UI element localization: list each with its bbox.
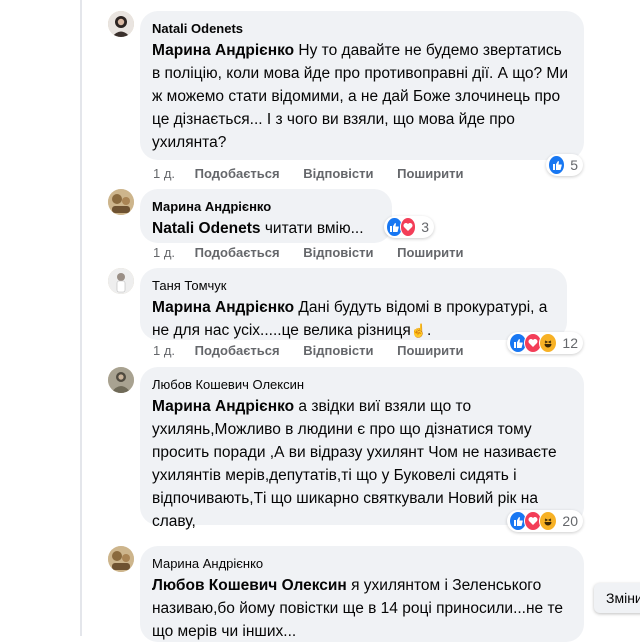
share-button[interactable]: Поширити — [397, 343, 463, 358]
haha-reaction-icon — [539, 333, 558, 353]
comment-author[interactable]: Любов Кошевич Олексин — [152, 376, 572, 393]
haha-reaction-icon — [539, 511, 558, 531]
mention-link[interactable]: Марина Андрієнко — [152, 398, 294, 415]
thread-line — [80, 0, 82, 636]
reply-button[interactable]: Відповісти — [303, 166, 373, 181]
reaction-summary[interactable]: 12 — [507, 332, 583, 354]
comment-text: Марина Андрієнко а звідки виї взяли що т… — [152, 395, 572, 533]
mention-link[interactable]: Любов Кошевич Олексин — [152, 577, 347, 594]
mention-link[interactable]: Марина Андрієнко — [152, 299, 294, 316]
reaction-summary[interactable]: 3 — [384, 216, 434, 238]
reaction-count: 5 — [570, 157, 578, 173]
comment-body-end: . — [426, 322, 432, 339]
like-button[interactable]: Подобається — [195, 245, 280, 260]
reaction-count: 12 — [562, 335, 578, 351]
love-reaction-icon — [399, 217, 417, 237]
comment-actions: 1 д. Подобається Відповісти Поширити — [153, 343, 484, 358]
comment-body: читати вмію... — [260, 220, 364, 237]
comment-actions: 1 д. Подобається Відповісти Поширити — [153, 166, 484, 181]
comment-age[interactable]: 1 д. — [153, 166, 175, 181]
comment-bubble: Таня Томчук Марина Андрієнко Дані будуть… — [140, 268, 567, 340]
comment-bubble: Марина Андрієнко Любов Кошевич Олексин я… — [140, 546, 584, 642]
reaction-count: 20 — [562, 513, 578, 529]
reaction-summary[interactable]: 5 — [546, 154, 583, 176]
comment-bubble: Любов Кошевич Олексин Марина Андрієнко а… — [140, 367, 584, 530]
share-button[interactable]: Поширити — [397, 166, 463, 181]
comment-text: Любов Кошевич Олексин я ухилянтом і Зеле… — [152, 574, 572, 643]
reaction-summary[interactable]: 20 — [507, 510, 583, 532]
comment-age[interactable]: 1 д. — [153, 343, 175, 358]
mention-link[interactable]: Марина Андрієнко — [152, 42, 294, 59]
comment-author[interactable]: Марина Андрієнко — [152, 198, 380, 215]
comment-age[interactable]: 1 д. — [153, 245, 175, 260]
comment-author[interactable]: Natali Odenets — [152, 20, 572, 37]
comment-text: Марина Андрієнко Ну то давайте не будемо… — [152, 39, 572, 154]
avatar[interactable] — [108, 189, 134, 215]
avatar[interactable] — [108, 11, 134, 37]
like-reaction-icon — [548, 155, 566, 175]
comment-text: Natali Odenets читати вмію... — [152, 217, 380, 240]
avatar[interactable] — [108, 546, 134, 572]
avatar[interactable] — [108, 367, 134, 393]
comment-bubble: Natali Odenets Марина Андрієнко Ну то да… — [140, 11, 584, 160]
pointing-up-emoji: ☝️ — [410, 323, 427, 338]
reply-button[interactable]: Відповісти — [303, 343, 373, 358]
comment-author[interactable]: Таня Томчук — [152, 277, 555, 294]
mention-link[interactable]: Natali Odenets — [152, 220, 261, 237]
translate-button[interactable]: Зміни — [594, 583, 640, 613]
comment-text: Марина Андрієнко Дані будуть відомі в пр… — [152, 296, 555, 342]
share-button[interactable]: Поширити — [397, 245, 463, 260]
comment-actions: 1 д. Подобається Відповісти Поширити — [153, 245, 484, 260]
comment-author[interactable]: Марина Андрієнко — [152, 555, 572, 572]
avatar[interactable] — [108, 268, 134, 294]
comment-body: а звідки виї взяли що то ухилянь,Можливо… — [152, 398, 557, 530]
like-button[interactable]: Подобається — [195, 343, 280, 358]
like-button[interactable]: Подобається — [195, 166, 280, 181]
comment-bubble: Марина Андрієнко Natali Odenets читати в… — [140, 189, 392, 243]
reply-button[interactable]: Відповісти — [303, 245, 373, 260]
reaction-count: 3 — [421, 219, 429, 235]
